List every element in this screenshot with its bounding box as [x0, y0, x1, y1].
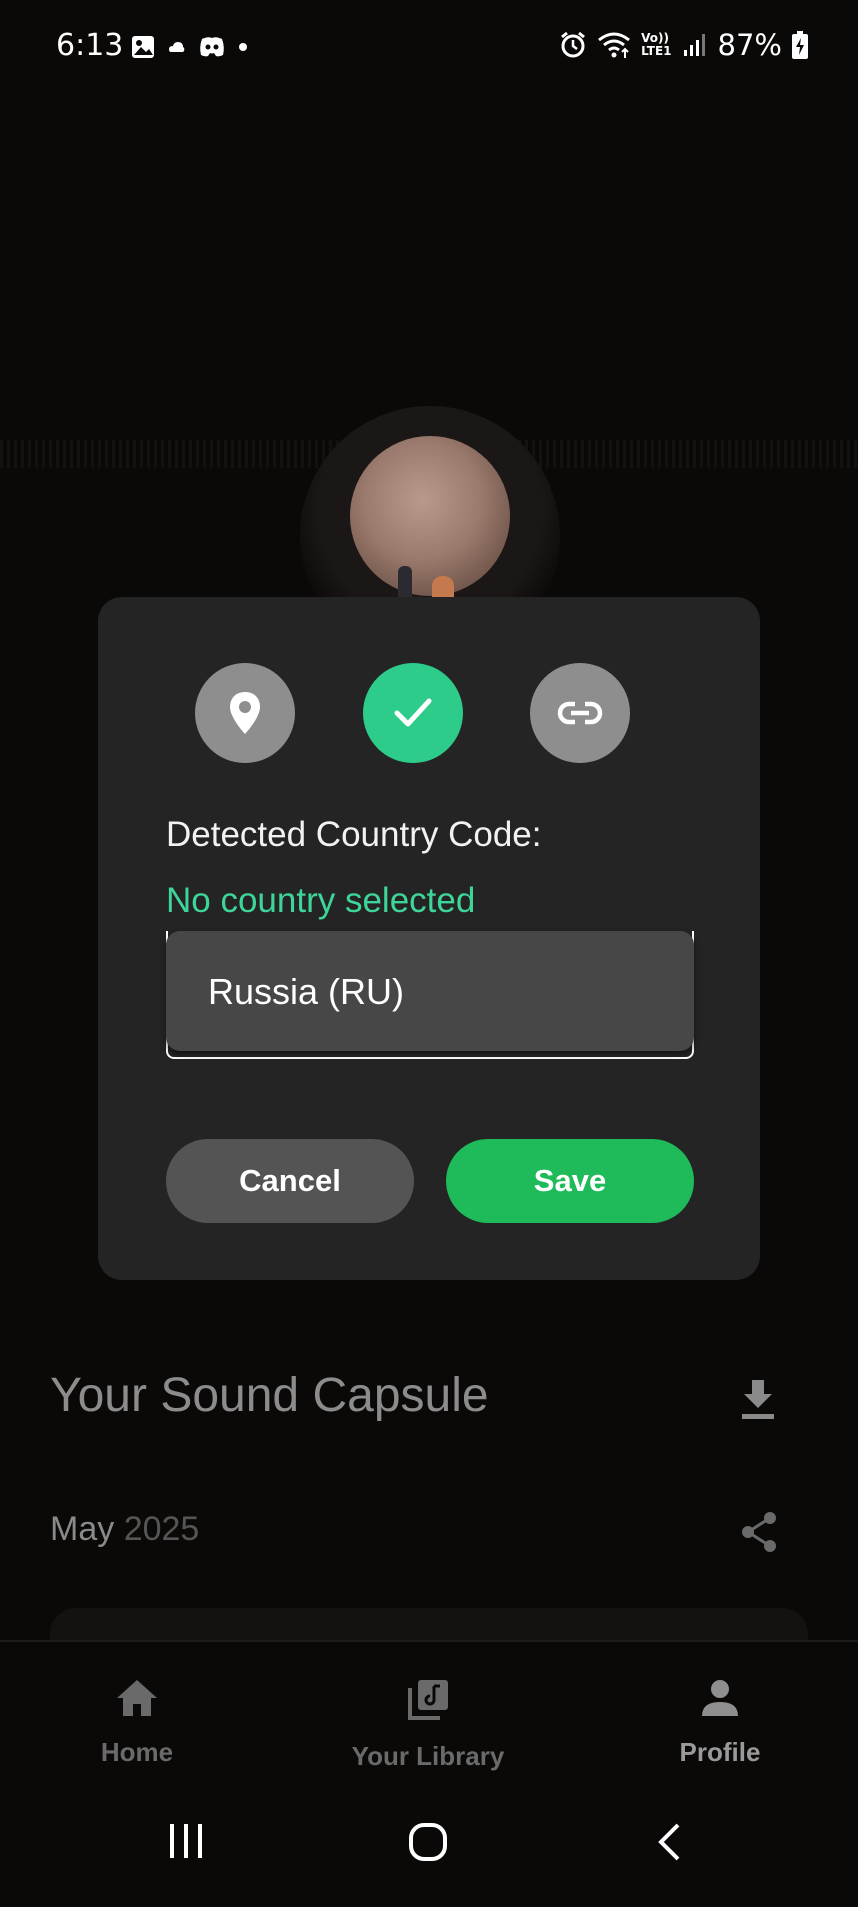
location-pin-icon — [230, 692, 260, 734]
home-button-icon[interactable] — [408, 1822, 448, 1862]
nav-profile-label: Profile — [679, 1737, 761, 1767]
cancel-button[interactable]: Cancel — [166, 1139, 414, 1223]
moon-illustration — [350, 436, 510, 596]
nav-library-label: Your Library — [351, 1741, 505, 1771]
notification-icons — [130, 34, 248, 60]
profile-icon — [702, 1680, 738, 1716]
country-select[interactable]: Russia (RU) — [166, 931, 694, 1061]
nav-profile[interactable]: Profile — [600, 1678, 840, 1768]
detected-country-value: No country selected — [166, 881, 476, 920]
step-location[interactable] — [195, 663, 295, 763]
wifi-icon — [598, 32, 631, 58]
status-time: 6:13 — [56, 28, 124, 63]
month-text: May — [50, 1510, 115, 1548]
save-button[interactable]: Save — [446, 1139, 694, 1223]
nav-home-label: Home — [100, 1737, 174, 1767]
volte-icon: Vo)) LTE1 — [641, 32, 671, 58]
country-select-box[interactable]: Russia (RU) — [166, 931, 694, 1051]
country-code-dialog: Detected Country Code: No country select… — [98, 597, 760, 1280]
bottom-navigation: Home Your Library Profile — [0, 1640, 858, 1792]
home-icon — [117, 1680, 157, 1716]
system-navigation-bar — [0, 1790, 858, 1907]
dot-icon — [239, 43, 247, 51]
alarm-icon — [561, 31, 586, 58]
back-icon[interactable] — [656, 1822, 682, 1862]
discord-icon — [200, 37, 224, 57]
cloud-icon — [169, 42, 185, 52]
status-right: Vo)) LTE1 87% — [559, 28, 808, 62]
selected-country-text: Russia (RU) — [208, 971, 405, 1012]
checkmark-icon — [394, 698, 432, 727]
detected-country-label: Detected Country Code: — [166, 815, 542, 854]
nav-your-library[interactable]: Your Library — [308, 1678, 548, 1772]
recent-apps-icon[interactable] — [168, 1822, 204, 1860]
sound-capsule-title: Your Sound Capsule — [50, 1369, 489, 1422]
year-text: 2025 — [123, 1510, 200, 1548]
volte-bottom-label: LTE1 — [641, 44, 672, 58]
step-link[interactable] — [530, 663, 630, 763]
status-bar: 6:13 Vo)) LTE1 87% — [0, 0, 858, 96]
nav-home[interactable]: Home — [17, 1678, 257, 1768]
step-confirm[interactable] — [363, 663, 463, 763]
battery-percent: 87% — [717, 28, 782, 62]
share-icon[interactable] — [738, 1510, 780, 1554]
download-icon[interactable] — [738, 1378, 778, 1422]
library-icon — [408, 1680, 448, 1720]
link-icon — [557, 701, 603, 725]
capsule-month: May 2025 — [50, 1510, 199, 1549]
gallery-icon — [132, 36, 154, 58]
signal-icon — [683, 34, 705, 56]
battery-icon — [792, 31, 808, 59]
